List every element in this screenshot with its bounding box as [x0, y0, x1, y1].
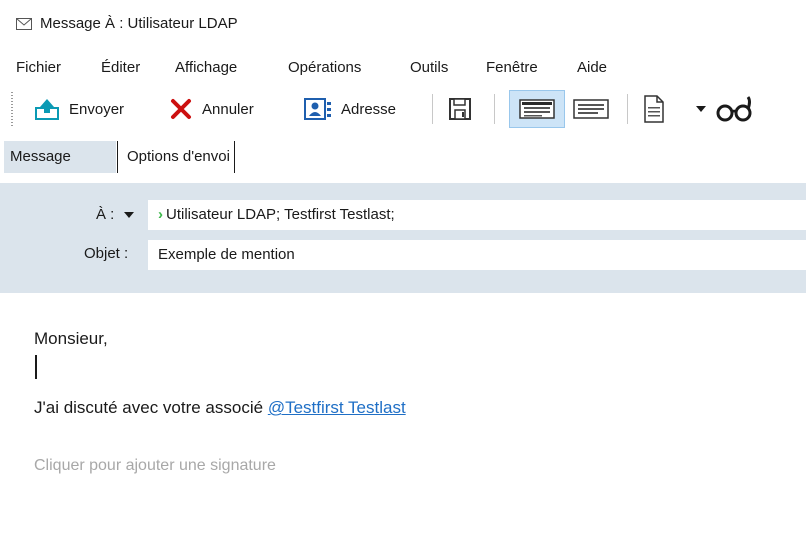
toolbar-separator	[627, 94, 628, 124]
cancel-button[interactable]: Annuler	[168, 94, 254, 124]
toolbar-separator	[494, 94, 495, 124]
body-mention-line: J'ai discuté avec votre associé @Testfir…	[34, 397, 406, 419]
glasses-icon	[716, 96, 752, 122]
body-line-text: J'ai discuté avec votre associé	[34, 398, 268, 417]
menu-view[interactable]: Affichage	[175, 56, 237, 80]
format-text-button[interactable]	[572, 94, 610, 124]
menu-edit[interactable]: Éditer	[101, 56, 140, 80]
format-text-icon	[573, 99, 609, 119]
to-label: À :	[96, 206, 115, 223]
title-bar: Message À : Utilisateur LDAP	[0, 0, 806, 48]
format-html-button[interactable]	[518, 94, 556, 124]
to-field[interactable]: › Utilisateur LDAP; Testfirst Testlast;	[148, 200, 806, 230]
menu-bar: Fichier Éditer Affichage Opérations Outi…	[0, 56, 806, 80]
tab-strip: Message Options d'envoi	[0, 138, 806, 183]
to-value: Utilisateur LDAP; Testfirst Testlast;	[166, 206, 395, 223]
tab-send-options[interactable]: Options d'envoi	[117, 141, 235, 173]
mention-link[interactable]: @Testfirst Testlast	[268, 398, 406, 417]
send-icon	[35, 99, 59, 120]
subject-label: Objet :	[84, 245, 129, 262]
signature-placeholder[interactable]: Cliquer pour ajouter une signature	[34, 455, 276, 477]
cancel-x-icon	[171, 99, 191, 119]
toolbar-separator	[432, 94, 433, 124]
more-dropdown-button[interactable]	[694, 94, 708, 124]
menu-file[interactable]: Fichier	[16, 56, 61, 80]
toolbar: Envoyer Annuler Adresse	[0, 84, 806, 138]
recipient-arrow-icon: ›	[158, 206, 163, 223]
envelope-icon	[16, 18, 32, 30]
menu-tools[interactable]: Outils	[410, 56, 448, 80]
address-button[interactable]: Adresse	[303, 94, 396, 124]
dropdown-arrow-icon	[123, 212, 134, 218]
window-title: Message À : Utilisateur LDAP	[40, 15, 238, 32]
menu-operations[interactable]: Opérations	[288, 56, 361, 80]
preview-button[interactable]	[715, 94, 755, 124]
cancel-label: Annuler	[202, 100, 254, 118]
body-greeting: Monsieur,	[34, 329, 108, 348]
menu-help[interactable]: Aide	[577, 56, 607, 80]
message-body[interactable]: Monsieur, J'ai discuté avec votre associ…	[0, 293, 806, 548]
address-label: Adresse	[341, 100, 397, 118]
send-label: Envoyer	[69, 100, 125, 118]
format-html-icon	[519, 99, 555, 119]
save-button[interactable]	[447, 94, 473, 124]
send-button[interactable]: Envoyer	[33, 94, 124, 124]
header-panel: À : › Utilisateur LDAP; Testfirst Testlas…	[0, 183, 806, 293]
subject-field[interactable]: Exemple de mention	[148, 240, 806, 270]
menu-window[interactable]: Fenêtre	[486, 56, 538, 80]
to-field-label[interactable]: À :	[96, 204, 135, 226]
save-disk-icon	[449, 98, 471, 120]
text-caret	[35, 355, 37, 379]
attach-document-icon	[644, 95, 664, 123]
toolbar-grip[interactable]	[11, 92, 13, 126]
address-book-icon	[304, 98, 331, 120]
tab-message[interactable]: Message	[4, 141, 116, 173]
dropdown-arrow-icon	[696, 106, 706, 112]
attach-button[interactable]	[641, 94, 667, 124]
